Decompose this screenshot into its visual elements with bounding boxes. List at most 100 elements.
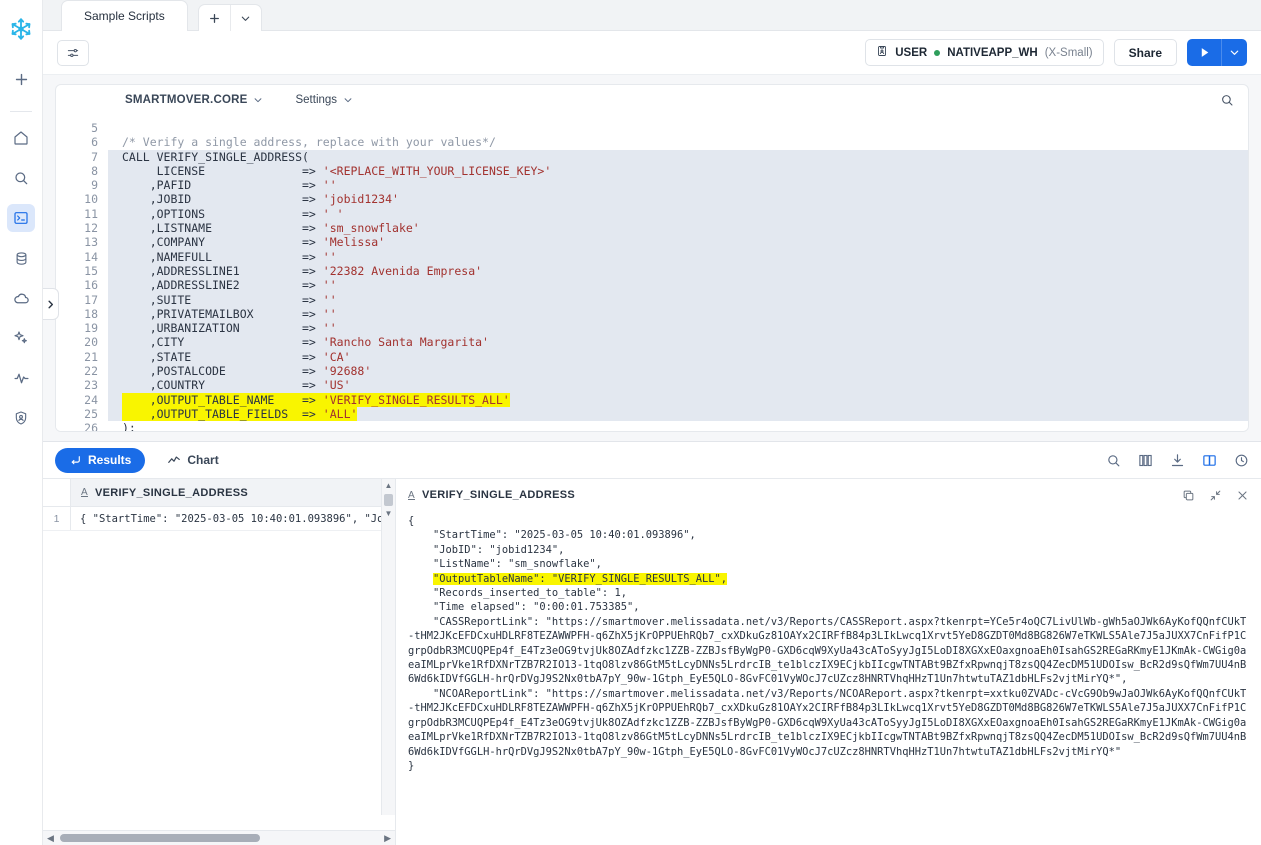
- code-line[interactable]: ,NAMEFULL => '': [108, 249, 1248, 264]
- copy-icon[interactable]: [1182, 489, 1195, 502]
- line-number: 9: [91, 178, 98, 193]
- code-editor[interactable]: 5678910111213141516171819202122232425262…: [56, 115, 1248, 431]
- tab-results-label: Results: [88, 453, 132, 467]
- sparkle-icon[interactable]: [7, 324, 35, 352]
- scroll-down-icon[interactable]: ▼: [385, 509, 393, 519]
- settings-label: Settings: [295, 94, 338, 106]
- code-line[interactable]: [108, 121, 1248, 135]
- worksheet-tabbar: Sample Scripts: [43, 0, 1261, 31]
- json-line: "ListName": "sm_snowflake",: [408, 558, 602, 571]
- code-line[interactable]: ,JOBID => 'jobid1234': [108, 192, 1248, 207]
- code-line[interactable]: ,OUTPUT_TABLE_NAME => 'VERIFY_SINGLE_RES…: [108, 392, 1248, 407]
- code-token: ,LISTNAME =>: [122, 221, 323, 236]
- code-line[interactable]: ,COUNTRY => 'US': [108, 378, 1248, 393]
- scroll-left-icon[interactable]: ◀: [47, 833, 54, 844]
- warehouse-status-dot: [934, 49, 941, 56]
- clock-icon[interactable]: [1234, 453, 1249, 468]
- expand-sidebar-handle[interactable]: [43, 288, 59, 320]
- tab-sample-scripts[interactable]: Sample Scripts: [61, 0, 188, 31]
- code-line[interactable]: ,OPTIONS => ' ': [108, 206, 1248, 222]
- collapse-icon[interactable]: [1209, 489, 1222, 502]
- code-line[interactable]: LICENSE => '<REPLACE_WITH_YOUR_LICENSE_K…: [108, 163, 1248, 179]
- create-new-button[interactable]: [7, 65, 35, 93]
- run-options-caret-icon[interactable]: [1221, 39, 1247, 66]
- code-line[interactable]: ,LISTNAME => 'sm_snowflake': [108, 221, 1248, 236]
- columns-icon[interactable]: [1138, 453, 1153, 468]
- code-token: /* Verify a single address, replace with…: [122, 135, 496, 150]
- grid-vertical-scrollbar[interactable]: ▲ ▼: [381, 479, 395, 815]
- run-button[interactable]: [1187, 39, 1221, 66]
- code-line[interactable]: ,URBANIZATION => '': [108, 321, 1248, 336]
- code-line[interactable]: ,SUITE => '': [108, 292, 1248, 307]
- sidebar-item-projects[interactable]: [7, 204, 35, 232]
- text-type-icon: A: [81, 487, 88, 498]
- close-icon[interactable]: [1236, 489, 1249, 502]
- scroll-up-icon[interactable]: ▲: [385, 481, 393, 491]
- database-schema-selector[interactable]: SMARTMOVER.CORE: [125, 94, 263, 106]
- row-cell-value[interactable]: { "StartTime": "2025-03-05 10:40:01.0938…: [71, 507, 395, 530]
- chevron-down-icon[interactable]: [229, 5, 261, 31]
- code-line[interactable]: ,CITY => 'Rancho Santa Margarita': [108, 335, 1248, 350]
- split-panel-icon[interactable]: [1202, 453, 1217, 468]
- code-token: ,URBANIZATION =>: [122, 321, 323, 336]
- code-line[interactable]: CALL VERIFY_SINGLE_ADDRESS(: [108, 149, 1248, 164]
- settings-sliders-icon[interactable]: [57, 39, 89, 66]
- code-line[interactable]: /* Verify a single address, replace with…: [108, 135, 1248, 149]
- cell-detail-header: A VERIFY_SINGLE_ADDRESS: [396, 482, 1261, 508]
- cloud-icon[interactable]: [7, 284, 35, 312]
- editor-search-icon[interactable]: [1220, 93, 1234, 107]
- json-line: "StartTime": "2025-03-05 10:40:01.093896…: [408, 529, 696, 542]
- search-icon[interactable]: [7, 164, 35, 192]
- scroll-thumb-horizontal[interactable]: [59, 834, 260, 842]
- code-token: 'US': [322, 378, 351, 393]
- add-worksheet-button[interactable]: [199, 5, 230, 31]
- code-line[interactable]: ,ADDRESSLINE2 => '': [108, 278, 1248, 293]
- code-token: ,NAMEFULL =>: [122, 249, 323, 264]
- code-line[interactable]: );: [108, 421, 1248, 431]
- text-type-icon: A: [408, 489, 415, 501]
- code-content[interactable]: /* Verify a single address, replace with…: [108, 115, 1248, 431]
- line-number: 8: [91, 163, 98, 178]
- code-token: '': [322, 306, 337, 321]
- code-line[interactable]: ,ADDRESSLINE1 => '22382 Avenida Empresa': [108, 263, 1248, 279]
- line-number: 25: [84, 406, 98, 421]
- arrow-return-icon: [71, 455, 80, 464]
- results-toolbar: [1106, 453, 1249, 468]
- grid-horizontal-scrollbar[interactable]: ◀ ▶: [43, 830, 395, 845]
- activity-icon[interactable]: [7, 364, 35, 392]
- database-icon[interactable]: [7, 244, 35, 272]
- code-line[interactable]: ,COMPANY => 'Melissa': [108, 235, 1248, 250]
- code-line[interactable]: ,STATE => 'CA': [108, 349, 1248, 365]
- code-line[interactable]: ,PRIVATEMAILBOX => '': [108, 306, 1248, 322]
- grid-header-row: A VERIFY_SINGLE_ADDRESS: [43, 479, 395, 507]
- json-line: "OutputTableName": "VERIFY_SINGLE_RESULT…: [433, 572, 728, 585]
- code-line[interactable]: ,OUTPUT_TABLE_FIELDS => 'ALL': [108, 406, 1248, 422]
- code-line[interactable]: ,POSTALCODE => '92688': [108, 364, 1248, 379]
- cell-detail-json[interactable]: { "StartTime": "2025-03-05 10:40:01.0938…: [396, 508, 1261, 845]
- code-token: ,OUTPUT_TABLE_NAME =>: [122, 392, 323, 407]
- admin-shield-icon[interactable]: [7, 404, 35, 432]
- download-icon[interactable]: [1170, 453, 1185, 468]
- search-results-icon[interactable]: [1106, 453, 1121, 468]
- context-selector[interactable]: USER NATIVEAPP_WH (X-Small): [865, 39, 1104, 66]
- scroll-right-icon[interactable]: ▶: [384, 833, 391, 844]
- code-token: ,PRIVATEMAILBOX =>: [122, 306, 323, 321]
- json-line: "Records_inserted_to_table": 1,: [408, 587, 627, 600]
- tab-results[interactable]: Results: [55, 447, 146, 473]
- grid-column-header[interactable]: A VERIFY_SINGLE_ADDRESS: [71, 479, 395, 506]
- code-token: '': [322, 249, 337, 264]
- tab-add-group: [197, 4, 262, 31]
- share-button[interactable]: Share: [1113, 39, 1177, 66]
- line-number: 5: [91, 121, 98, 135]
- tab-chart[interactable]: Chart: [153, 448, 232, 473]
- table-row[interactable]: 1 { "StartTime": "2025-03-05 10:40:01.09…: [43, 507, 395, 531]
- results-body: A VERIFY_SINGLE_ADDRESS 1 { "StartTime":…: [43, 478, 1261, 845]
- editor-settings-selector[interactable]: Settings: [295, 94, 353, 106]
- chevron-down-icon: [344, 98, 352, 103]
- scroll-thumb-vertical[interactable]: [384, 494, 393, 506]
- home-icon[interactable]: [7, 124, 35, 152]
- code-token: '': [322, 278, 337, 293]
- code-line[interactable]: ,PAFID => '': [108, 178, 1248, 193]
- left-nav-rail: [0, 0, 43, 845]
- code-token: 'Rancho Santa Margarita': [322, 335, 489, 350]
